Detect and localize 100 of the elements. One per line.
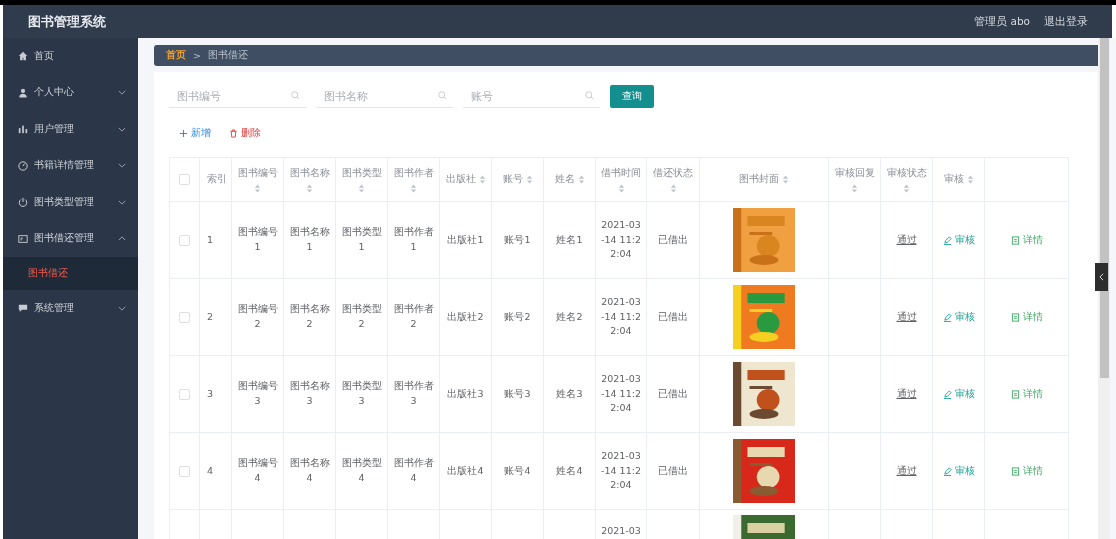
table-cell-text: 图书类型3 [340, 379, 383, 408]
sidebar-item[interactable]: 用户管理 [3, 111, 138, 148]
query-button[interactable]: 查询 [610, 84, 654, 108]
column-header[interactable]: 借还状态 [647, 158, 700, 201]
sidebar-item[interactable]: 系统管理 [3, 290, 138, 327]
table-cell-text: 图书编号4 [236, 456, 279, 485]
home-icon [18, 51, 28, 62]
plus-icon [179, 128, 188, 138]
table-cell-text: 2 [207, 309, 214, 324]
detail-link[interactable]: 详情 [1010, 233, 1043, 247]
table-cell-text: 姓名1 [556, 232, 583, 247]
logout-link[interactable]: 退出登录 [1044, 14, 1088, 29]
app-title: 图书管理系统 [28, 12, 106, 31]
chat-icon [18, 303, 28, 314]
column-header[interactable]: 出版社 [440, 158, 492, 201]
review-link[interactable]: 审核 [942, 310, 975, 324]
sidebar-item[interactable]: 图书借还管理 [3, 220, 138, 257]
table-cell-text: 图书编号3 [236, 379, 279, 408]
column-header[interactable]: 图书封面 [700, 158, 829, 201]
column-header[interactable]: 账号 [492, 158, 544, 201]
document-icon [1010, 389, 1020, 399]
search-field[interactable]: 图书名称 [316, 84, 453, 108]
power-icon [18, 197, 28, 208]
detail-link[interactable]: 详情 [1010, 310, 1043, 324]
pencil-icon [942, 235, 952, 245]
column-header[interactable]: 审核回复 [829, 158, 881, 201]
table-cell-text: 通过 [896, 232, 917, 247]
table-cell-text: 已借出 [658, 463, 688, 478]
sidebar-subitem[interactable]: 图书借还 [3, 257, 138, 290]
table-cell-text: 通过 [896, 309, 917, 324]
bar-chart-icon [18, 124, 28, 135]
table-cell-text: 2021-03-14 11:22:04 [600, 371, 642, 416]
scrollbar[interactable] [1098, 38, 1110, 539]
sidebar-item[interactable]: 图书类型管理 [3, 184, 138, 221]
delete-button[interactable]: 删除 [229, 126, 261, 140]
table-cell-text: 2021-03-14 11:22:04 [600, 448, 642, 493]
search-field[interactable]: 账号 [463, 84, 600, 108]
checkbox[interactable] [179, 234, 190, 246]
sidebar-item[interactable]: 个人中心 [3, 74, 138, 111]
breadcrumb-link[interactable]: 首页 [166, 49, 186, 62]
column-header[interactable]: 图书作者 [388, 158, 440, 201]
search-icon [438, 91, 447, 100]
sort-icon [525, 175, 533, 184]
sort-icon [669, 183, 677, 193]
breadcrumb-link[interactable]: 图书借还 [207, 49, 248, 62]
search-field[interactable]: 图书编号 [169, 84, 306, 108]
checkbox[interactable] [179, 465, 190, 477]
table-cell-text: 2021-03-14 11:22:04 [600, 294, 642, 339]
table-cell-text: 图书作者3 [392, 379, 435, 408]
user-icon [18, 87, 28, 98]
collapse-button[interactable] [1095, 263, 1108, 291]
table-cell-text: 账号4 [504, 463, 531, 478]
sort-icon [617, 183, 625, 193]
column-header[interactable]: 图书名称 [284, 158, 336, 201]
checkbox[interactable] [179, 311, 190, 323]
checkbox[interactable] [179, 174, 190, 185]
table-cell-text: 出版社3 [447, 386, 484, 401]
sidebar-item[interactable]: 首页 [3, 38, 138, 75]
add-button[interactable]: 新增 [179, 126, 211, 140]
chevron-icon [118, 163, 126, 169]
sort-icon [254, 183, 261, 193]
table-cell-text: 图书类型4 [340, 456, 383, 485]
table-cell-text: 图书作者1 [392, 225, 435, 254]
column-header[interactable]: 审核状态 [881, 158, 933, 201]
column-header[interactable]: 索引 [200, 158, 232, 201]
table-cell-text: 出版社2 [447, 309, 484, 324]
table-cell-text: 已借出 [658, 232, 688, 247]
sort-icon [410, 183, 417, 193]
pencil-icon [942, 312, 952, 322]
table-cell-text: 出版社1 [447, 232, 484, 247]
table-cell-text: 图书名称3 [288, 379, 331, 408]
document-icon [1010, 312, 1020, 322]
table-cell-text: 姓名3 [556, 386, 583, 401]
detail-link[interactable]: 详情 [1010, 387, 1043, 401]
checkbox[interactable] [179, 388, 190, 400]
detail-link[interactable]: 详情 [1010, 464, 1043, 478]
breadcrumb-separator: > [193, 50, 201, 61]
table-cell-text: 图书编号2 [236, 302, 279, 331]
column-header[interactable]: 审核 [933, 158, 985, 201]
chevron-icon [118, 199, 126, 205]
column-header[interactable]: 借书时间 [596, 158, 647, 201]
review-link[interactable]: 审核 [942, 464, 975, 478]
table-cell-text: 已借出 [658, 386, 688, 401]
table-cell-text: 出版社4 [447, 463, 484, 478]
column-header[interactable]: 图书编号 [232, 158, 284, 201]
table-cell-text: 图书类型2 [340, 302, 383, 331]
table-cell-text: 图书编号1 [236, 225, 279, 254]
column-header[interactable]: 图书类型 [336, 158, 388, 201]
sidebar-item[interactable]: 书籍详情管理 [3, 147, 138, 184]
sort-icon [782, 175, 789, 184]
scroll-thumb[interactable] [1100, 38, 1109, 378]
review-link[interactable]: 审核 [942, 233, 975, 247]
chevron-icon [118, 126, 126, 132]
column-header[interactable]: 姓名 [544, 158, 596, 201]
card-icon [18, 233, 28, 244]
table-cell-text: 已借出 [658, 309, 688, 324]
table-cell-text: 图书作者2 [392, 302, 435, 331]
sort-icon [358, 183, 365, 193]
review-link[interactable]: 审核 [942, 387, 975, 401]
table-cell-text: 3 [207, 386, 214, 401]
